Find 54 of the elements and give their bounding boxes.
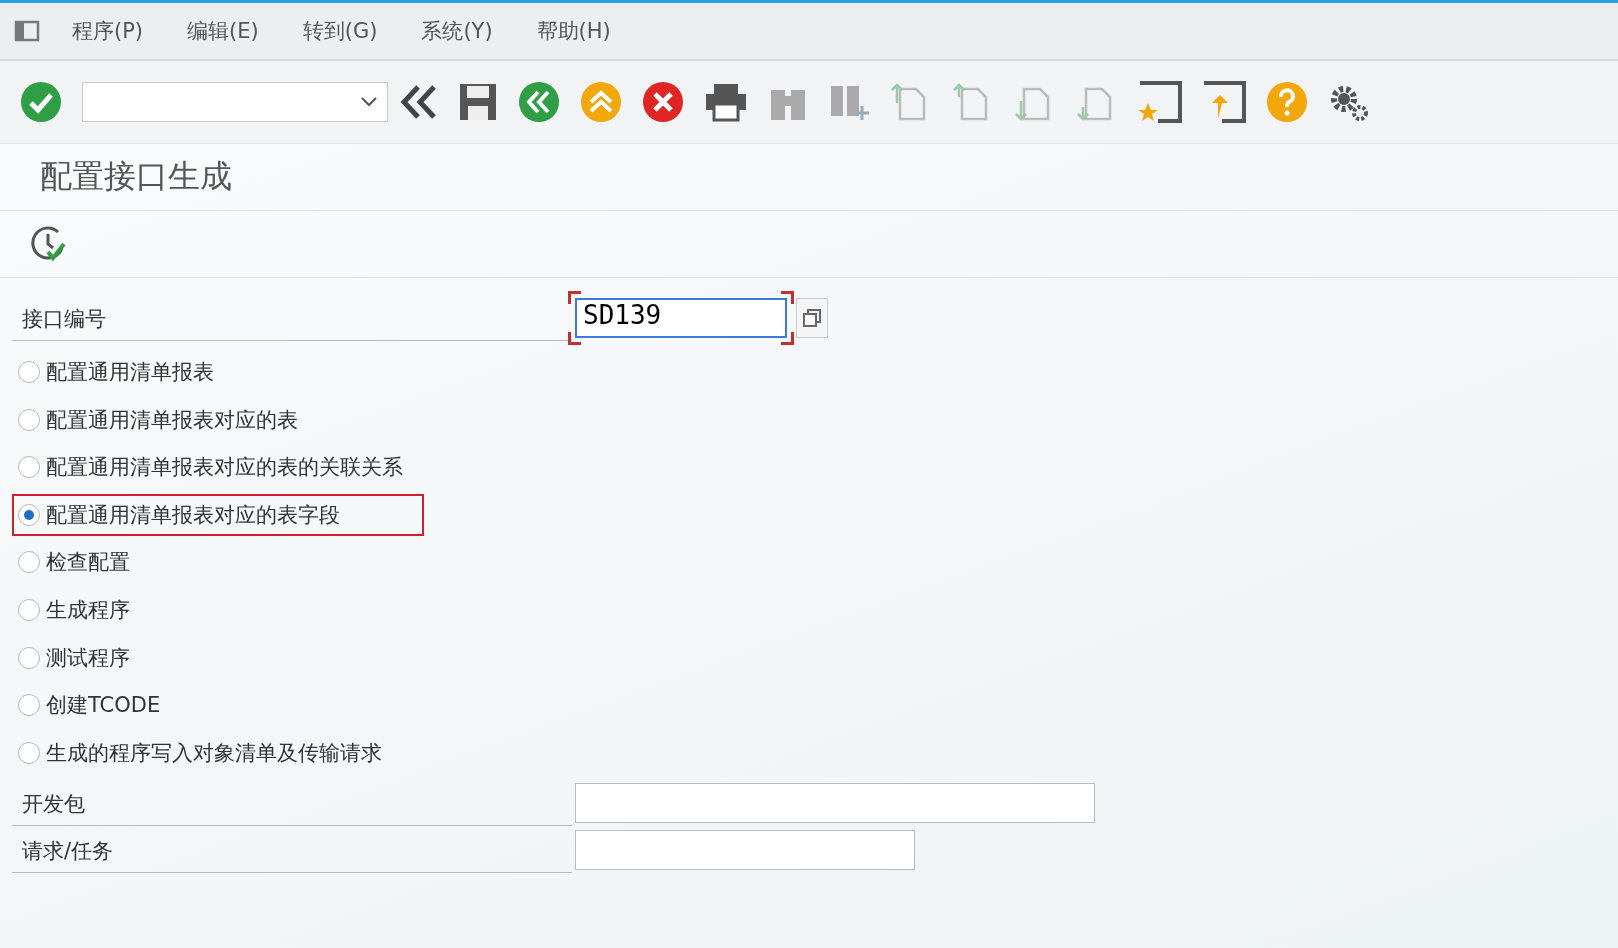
radio-button[interactable] xyxy=(18,551,40,574)
command-field[interactable] xyxy=(82,82,388,122)
menu-item[interactable]: 编辑(E) xyxy=(187,17,259,45)
radio-button[interactable] xyxy=(18,503,40,526)
save-icon[interactable] xyxy=(458,82,498,122)
radio-label: 配置通用清单报表对应的表 xyxy=(46,406,298,434)
back-icon[interactable] xyxy=(518,81,560,123)
radio-button[interactable] xyxy=(18,456,40,479)
execute-icon[interactable] xyxy=(28,224,68,264)
menu-item[interactable]: 帮助(H) xyxy=(536,17,611,45)
radio-option[interactable]: 配置通用清单报表对应的表的关联关系 xyxy=(12,446,409,489)
radio-button[interactable] xyxy=(18,408,40,431)
radio-label: 配置通用清单报表 xyxy=(46,359,214,386)
radio-option[interactable]: 测试程序 xyxy=(12,636,136,679)
radio-option[interactable]: 生成程序 xyxy=(12,588,136,631)
help-icon[interactable] xyxy=(1266,81,1308,123)
radio-label: 配置通用清单报表对应的表的关联关系 xyxy=(46,454,403,482)
printer-icon[interactable] xyxy=(704,82,748,122)
window-arrow-icon[interactable] xyxy=(1202,81,1246,123)
input-field[interactable] xyxy=(575,782,1095,823)
radio-option[interactable]: 配置通用清单报表对应的表字段 xyxy=(12,493,424,536)
radio-option[interactable]: 配置通用清单报表对应的表 xyxy=(12,398,304,441)
radio-button[interactable] xyxy=(18,741,40,764)
radio-label: 测试程序 xyxy=(46,644,130,672)
radio-option[interactable]: 创建TCODE xyxy=(12,684,167,727)
caret-icon xyxy=(361,97,377,107)
field-label: 请求/任务 xyxy=(12,826,572,874)
field-label: 开发包 xyxy=(12,779,572,827)
radio-button[interactable] xyxy=(18,694,40,717)
radio-label: 生成程序 xyxy=(46,596,130,624)
page-title: 配置接口生成 xyxy=(40,156,232,197)
field-label: 接口编号 xyxy=(12,294,572,341)
radio-label: 生成的程序写入对象清单及传输请求 xyxy=(46,739,382,767)
menu-item[interactable]: 系统(Y) xyxy=(421,17,493,45)
radio-label: 检查配置 xyxy=(46,549,130,577)
radio-option[interactable]: 配置通用清单报表 xyxy=(12,351,220,393)
radio-button[interactable] xyxy=(18,646,40,669)
menu-item[interactable]: 转到(G) xyxy=(302,17,378,45)
input-field[interactable] xyxy=(575,829,915,870)
menu-item[interactable]: 程序(P) xyxy=(72,17,144,45)
cancel-icon[interactable] xyxy=(642,81,684,123)
checkmark-icon[interactable] xyxy=(20,81,62,123)
radio-label: 创建TCODE xyxy=(46,692,161,720)
radio-option[interactable]: 检查配置 xyxy=(12,541,136,584)
double-chevron-icon[interactable] xyxy=(400,83,438,121)
up-chevron-icon[interactable] xyxy=(580,81,622,123)
value-help-button[interactable] xyxy=(796,297,828,338)
radio-button[interactable] xyxy=(18,598,40,621)
window-star-icon[interactable] xyxy=(1138,81,1182,123)
radio-label: 配置通用清单报表对应的表字段 xyxy=(46,501,340,529)
copy-icon xyxy=(802,307,822,328)
radio-button[interactable] xyxy=(18,361,40,383)
menu-icon[interactable] xyxy=(14,19,42,43)
radio-option[interactable]: 生成的程序写入对象清单及传输请求 xyxy=(12,731,388,774)
